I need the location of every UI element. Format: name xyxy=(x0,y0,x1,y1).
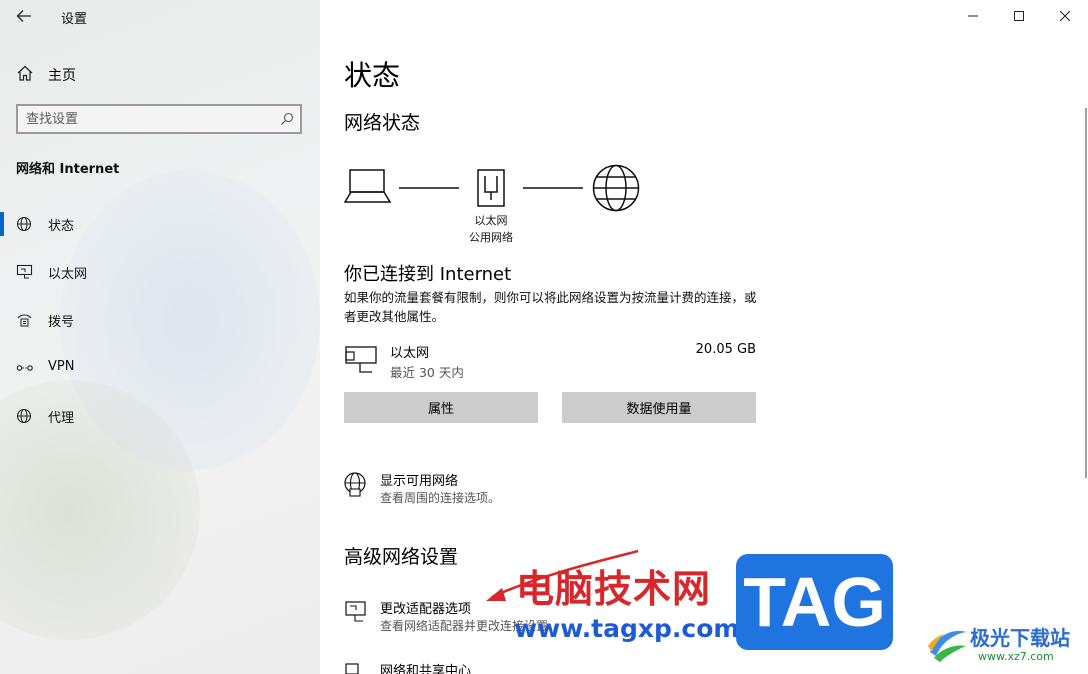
show-networks-link[interactable]: 显示可用网络 查看周围的连接选项。 xyxy=(344,470,844,510)
section-title: 网络和 Internet xyxy=(16,162,120,177)
globe-network-icon xyxy=(344,472,366,497)
aurora-logo-icon xyxy=(928,630,966,662)
sidebar: 设置 主页 网络和 Internet 状态 以太网 xyxy=(0,0,320,674)
sidebar-item-label: 状态 xyxy=(48,219,75,234)
minimize-icon xyxy=(968,15,978,17)
title-bar: 设置 xyxy=(0,0,320,32)
adapter-name: 以太网 xyxy=(390,346,430,361)
watermark-logo-text: 极光下载站 xyxy=(970,626,1070,650)
adapter-usage-row: 以太网 最近 30 天内 20.05 GB xyxy=(344,340,756,380)
sidebar-item-vpn[interactable]: VPN xyxy=(0,350,320,386)
sharing-center-icon xyxy=(345,663,359,674)
scrollbar[interactable] xyxy=(1085,108,1087,478)
watermark-url: www.tagxp.com xyxy=(514,614,740,643)
data-usage-button[interactable]: 数据使用量 xyxy=(562,392,756,423)
internet-globe-icon xyxy=(592,164,640,212)
sidebar-item-label: VPN xyxy=(48,359,75,374)
home-icon xyxy=(17,65,33,81)
active-indicator xyxy=(0,212,4,236)
adapter-usage: 20.05 GB xyxy=(695,342,756,357)
ethernet-port-icon xyxy=(477,169,505,207)
advanced-heading: 高级网络设置 xyxy=(344,546,459,568)
network-status-heading: 网络状态 xyxy=(344,112,421,134)
ethernet-icon xyxy=(16,264,33,279)
search-box[interactable] xyxy=(16,104,302,134)
back-arrow-icon xyxy=(16,10,31,22)
sharing-center-link[interactable]: 网络和共享中心 xyxy=(344,660,844,674)
sharing-center-title: 网络和共享中心 xyxy=(380,664,472,674)
adapter-period: 最近 30 天内 xyxy=(390,365,464,380)
globe-icon xyxy=(16,216,32,232)
change-adapter-title: 更改适配器选项 xyxy=(380,602,472,617)
connected-heading: 你已连接到 Internet xyxy=(344,264,512,285)
diagram-network-type: 公用网络 xyxy=(469,231,513,244)
minimize-button[interactable] xyxy=(950,0,996,32)
adapter-icon xyxy=(345,601,366,622)
show-networks-title: 显示可用网络 xyxy=(380,474,459,489)
search-icon[interactable] xyxy=(280,112,294,126)
laptop-icon xyxy=(344,169,392,203)
watermark-tag-logo: TAG xyxy=(736,554,893,650)
sidebar-item-home[interactable]: 主页 xyxy=(0,58,320,88)
app-title: 设置 xyxy=(61,12,88,27)
connected-description: 如果你的流量套餐有限制，则你可以将此网络设置为按流量计费的连接，或者更改其他属性… xyxy=(344,290,757,324)
close-button[interactable] xyxy=(1042,0,1088,32)
sidebar-item-status[interactable]: 状态 xyxy=(0,206,320,242)
watermark-download-logo: 极光下载站 www.xz7.com xyxy=(926,618,1086,672)
watermark-site-name: 电脑技术网 xyxy=(516,567,712,611)
globe-proxy-icon xyxy=(16,408,32,424)
watermark-logo-url: www.xz7.com xyxy=(978,650,1054,663)
network-diagram xyxy=(344,164,640,212)
maximize-icon xyxy=(1014,11,1024,21)
ethernet-icon xyxy=(345,346,377,373)
window-controls xyxy=(950,0,1088,32)
search-input[interactable] xyxy=(26,110,271,128)
sidebar-item-ethernet[interactable]: 以太网 xyxy=(0,254,320,290)
sidebar-item-label: 主页 xyxy=(48,68,76,84)
show-networks-desc: 查看周围的连接选项。 xyxy=(380,491,501,505)
sidebar-item-label: 代理 xyxy=(48,411,75,426)
sidebar-item-label: 以太网 xyxy=(48,267,88,282)
sidebar-item-label: 拨号 xyxy=(48,315,75,330)
properties-button[interactable]: 属性 xyxy=(344,392,538,423)
back-button[interactable] xyxy=(8,4,40,28)
maximize-button[interactable] xyxy=(996,0,1042,32)
sidebar-item-proxy[interactable]: 代理 xyxy=(0,398,320,434)
sidebar-item-dialup[interactable]: 拨号 xyxy=(0,302,320,338)
close-icon xyxy=(1060,11,1070,21)
vpn-icon xyxy=(16,365,33,371)
diagram-adapter-label: 以太网 xyxy=(474,214,508,227)
dialup-icon xyxy=(17,314,32,327)
page-title: 状态 xyxy=(344,59,401,92)
